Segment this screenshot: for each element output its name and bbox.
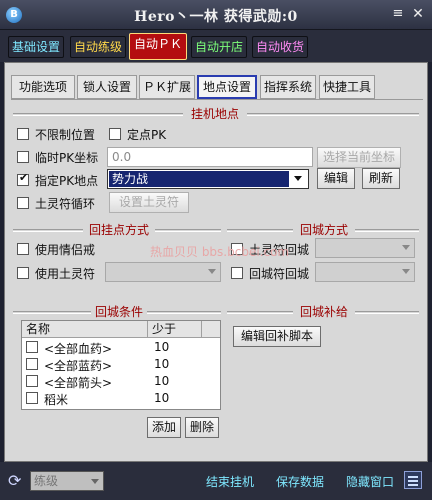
row-checkbox[interactable] (26, 375, 38, 387)
row-checkbox[interactable] (26, 358, 38, 370)
use-earth-talisman-label: 使用土灵符 (35, 267, 96, 281)
pk-location-selected-value: 势力战 (109, 171, 289, 187)
subtab-lock-settings[interactable]: 锁人设置 (77, 75, 137, 99)
watermark-text: 热血贝贝 bbs.bcbei.com (150, 245, 290, 259)
chevron-down-icon (402, 269, 410, 274)
table-row[interactable]: <全部蓝药> 10 (22, 356, 220, 373)
section-title-return-conditions: 回城条件 (91, 303, 147, 320)
top-tab-bar: 基础设置 自动练级 自动ＰＫ 自动开店 自动收货 (0, 30, 432, 62)
refresh-icon[interactable]: ⟳ (8, 472, 26, 490)
hide-window-button[interactable]: 隐藏窗口 (346, 473, 394, 490)
section-title-return-city-method: 回城方式 (293, 221, 355, 238)
chevron-down-icon (91, 479, 99, 484)
temp-pk-coords-input[interactable]: 0.0 (107, 147, 313, 167)
title-bar: B Hero丶一林 获得武勋:0 ≡ ✕ (0, 0, 432, 30)
row-value: 10 (154, 340, 170, 354)
section-title-return-hang-method: 回挂点方式 (83, 221, 155, 238)
table-header: 名称 少于 (22, 321, 220, 338)
edit-location-button[interactable]: 编辑 (317, 168, 355, 189)
row-name: <全部蓝药> (44, 359, 113, 373)
pk-location-select[interactable]: 势力战 (107, 169, 309, 189)
row-value: 10 (154, 357, 170, 371)
end-hang-button[interactable]: 结束挂机 (206, 473, 254, 490)
unlimited-position-label: 不限制位置 (35, 128, 96, 142)
earth-talisman-return-select[interactable] (315, 238, 415, 258)
table-row[interactable]: <全部箭头> 10 (22, 373, 220, 390)
designated-pk-location-checkbox[interactable]: ✔ (17, 171, 29, 186)
row-name: <全部箭头> (44, 376, 113, 390)
chevron-down-icon (294, 176, 302, 181)
earth-talisman-loop-checkbox[interactable] (17, 197, 29, 209)
column-header-less-than[interactable]: 少于 (148, 321, 202, 338)
level-select[interactable]: 练级 (30, 471, 104, 491)
close-icon[interactable]: ✕ (410, 6, 426, 22)
use-couple-ring-label: 使用情侣戒 (35, 243, 96, 257)
refresh-location-button[interactable]: 刷新 (362, 168, 400, 189)
subtab-pk-extension[interactable]: ＰＫ扩展 (139, 75, 195, 99)
return-scroll-label: 回城符回城 (249, 267, 310, 281)
checkmark-icon: ✔ (19, 171, 29, 184)
add-condition-button[interactable]: 添加 (147, 417, 181, 438)
main-panel: 功能选项 锁人设置 ＰＫ扩展 地点设置 指挥系统 快捷工具 挂机地点 不限制位置… (4, 62, 428, 462)
tab-auto-leveling[interactable]: 自动练级 (70, 36, 126, 58)
level-select-value: 练级 (34, 474, 59, 488)
return-conditions-table[interactable]: 名称 少于 <全部血药> 10 <全部蓝药> 10 <全部箭头> 10 稻米 1… (21, 320, 221, 410)
row-checkbox[interactable] (26, 392, 38, 404)
column-header-name[interactable]: 名称 (22, 321, 148, 338)
use-earth-talisman-checkbox[interactable] (17, 267, 29, 279)
row-checkbox[interactable] (26, 341, 38, 353)
fixed-point-pk-checkbox[interactable] (109, 128, 121, 140)
use-couple-ring-checkbox[interactable] (17, 243, 29, 255)
row-value: 10 (154, 391, 170, 405)
section-title-hang-location: 挂机地点 (183, 105, 247, 122)
chevron-down-icon (402, 245, 410, 250)
earth-talisman-loop-label: 土灵符循环 (35, 197, 96, 211)
set-earth-talisman-button[interactable]: 设置土灵符 (109, 192, 189, 213)
tab-auto-shop[interactable]: 自动开店 (191, 36, 247, 58)
list-menu-icon[interactable] (404, 471, 422, 489)
select-current-coords-button[interactable]: 选择当前坐标 (317, 147, 401, 168)
table-row[interactable]: 稻米 10 (22, 390, 220, 407)
temp-pk-coords-checkbox[interactable] (17, 151, 29, 163)
subtab-command-system[interactable]: 指挥系统 (260, 75, 316, 99)
fixed-point-pk-label: 定点PK (127, 128, 167, 142)
earth-talisman-method-select[interactable] (105, 262, 221, 282)
return-scroll-checkbox[interactable] (231, 267, 243, 279)
window-title: Hero丶一林 获得武勋:0 (134, 9, 298, 25)
row-name: 稻米 (44, 393, 69, 407)
save-data-button[interactable]: 保存数据 (276, 473, 324, 490)
return-scroll-select[interactable] (315, 262, 415, 282)
collapse-icon[interactable]: ≡ (390, 6, 406, 22)
delete-condition-button[interactable]: 删除 (185, 417, 219, 438)
temp-pk-coords-label: 临时PK坐标 (35, 151, 99, 165)
tab-basic-settings[interactable]: 基础设置 (8, 36, 64, 58)
tab-auto-pk[interactable]: 自动ＰＫ (129, 33, 187, 60)
edit-replenish-script-button[interactable]: 编辑回补脚本 (233, 326, 321, 347)
row-name: <全部血药> (44, 342, 113, 356)
table-row[interactable]: <全部血药> 10 (22, 339, 220, 356)
tab-auto-collect[interactable]: 自动收货 (252, 36, 308, 58)
row-value: 10 (154, 374, 170, 388)
subtab-divider (11, 99, 423, 100)
section-title-return-replenish: 回城补给 (293, 303, 355, 320)
designated-pk-location-label: 指定PK地点 (35, 174, 99, 188)
unlimited-position-checkbox[interactable] (17, 128, 29, 140)
subtab-function-options[interactable]: 功能选项 (11, 75, 75, 99)
chevron-down-icon (208, 269, 216, 274)
subtab-quick-tools[interactable]: 快捷工具 (319, 75, 375, 99)
subtab-location-settings[interactable]: 地点设置 (197, 75, 257, 99)
bottom-bar: ⟳ 练级 结束挂机 保存数据 隐藏窗口 (0, 462, 432, 500)
